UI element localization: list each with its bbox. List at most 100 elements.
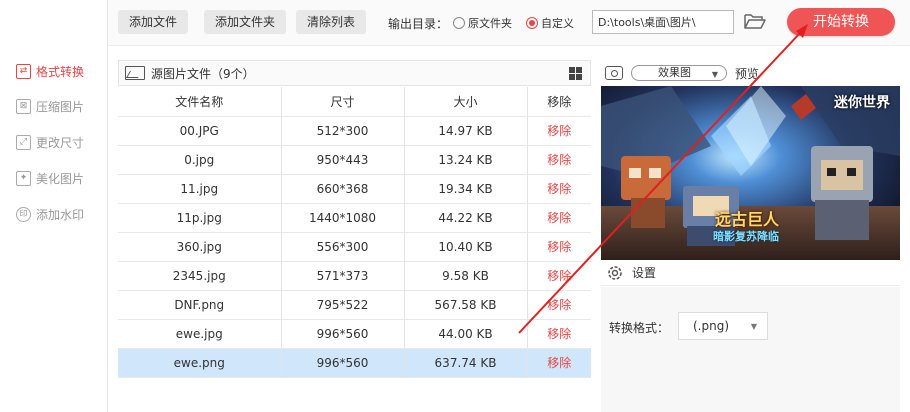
sidebar-item-label: 更改尺寸: [36, 135, 85, 150]
file-table: 文件名称 尺寸 大小 移除 00.JPG 512*300 14.97 KB 移除…: [118, 87, 591, 378]
sidebar-item-label: 添加水印: [36, 207, 85, 222]
banner-title-text: 远古巨人: [715, 210, 780, 229]
sidebar-item-resize[interactable]: ⤢ 更改尺寸: [16, 131, 84, 153]
beautify-icon: ✦: [16, 170, 31, 186]
sidebar-item-label: 格式转换: [36, 64, 85, 79]
table-row[interactable]: ewe.jpg 996*560 44.00 KB 移除: [118, 319, 591, 349]
remove-link[interactable]: 移除: [527, 203, 591, 233]
filesize-cell: 10.40 KB: [404, 232, 528, 262]
sidebar-item-format-convert[interactable]: ⇄ 格式转换: [16, 60, 84, 82]
output-path-input[interactable]: [592, 10, 734, 34]
file-name-cell: 360.jpg: [118, 232, 282, 262]
table-header-row: 文件名称 尺寸 大小 移除: [118, 87, 591, 117]
image-icon: [125, 66, 145, 80]
radio-label: 自定义: [541, 17, 574, 30]
output-dir-label: 输出目录：: [388, 17, 449, 31]
dimensions-cell: 1440*1080: [281, 203, 405, 233]
compress-icon: ⊠: [16, 98, 31, 114]
gear-icon: [608, 265, 622, 280]
file-name-cell: 11.jpg: [118, 174, 282, 204]
resize-icon: ⤢: [16, 134, 31, 150]
file-list-title: 源图片文件（9个）: [151, 66, 255, 81]
column-header-size[interactable]: 大小: [404, 87, 528, 117]
dropdown-caret-icon: ▼: [711, 70, 718, 79]
column-header-dimensions[interactable]: 尺寸: [281, 87, 405, 117]
dropdown-caret-icon: ▼: [750, 322, 757, 331]
sidebar-item-beautify[interactable]: ✦ 美化图片: [16, 167, 84, 189]
remove-link[interactable]: 移除: [527, 174, 591, 204]
radio-label: 原文件夹: [468, 17, 512, 30]
file-name-cell: ewe.png: [118, 348, 282, 378]
grid-view-icon[interactable]: [569, 67, 582, 80]
file-name-cell: 11p.jpg: [118, 203, 282, 233]
format-select[interactable]: (.png) ▼: [678, 312, 768, 340]
filesize-cell: 9.58 KB: [404, 261, 528, 291]
preview-image: 迷你世界 远古巨人 暗影复苏降临: [601, 86, 900, 262]
folder-open-icon[interactable]: [744, 12, 766, 30]
remove-link[interactable]: 移除: [527, 348, 591, 378]
dimensions-cell: 660*368: [281, 174, 405, 204]
file-list-panel: 源图片文件（9个） 文件名称 尺寸 大小 移除 00.JPG 512*300 1…: [118, 60, 591, 412]
add-folder-button[interactable]: 添加文件夹: [204, 10, 287, 34]
watermark-icon: 印: [16, 206, 31, 222]
settings-body: 转换格式： (.png) ▼: [601, 287, 900, 412]
file-name-cell: 00.JPG: [118, 116, 282, 146]
dimensions-cell: 996*560: [281, 319, 405, 349]
filesize-cell: 567.58 KB: [404, 290, 528, 320]
table-row[interactable]: 360.jpg 556*300 10.40 KB 移除: [118, 232, 591, 262]
sidebar-item-compress[interactable]: ⊠ 压缩图片: [16, 95, 84, 117]
radio-circle-icon: [453, 17, 465, 29]
remove-link[interactable]: 移除: [527, 145, 591, 175]
dimensions-cell: 996*560: [281, 348, 405, 378]
eye-icon: [605, 66, 623, 80]
file-name-cell: ewe.jpg: [118, 319, 282, 349]
start-convert-button[interactable]: 开始转换: [787, 8, 895, 36]
format-convert-icon: ⇄: [16, 63, 31, 79]
sidebar-item-watermark[interactable]: 印 添加水印: [16, 203, 84, 225]
file-name-cell: 0.jpg: [118, 145, 282, 175]
banner-subtitle-text: 暗影复苏降临: [713, 230, 779, 243]
sidebar-item-label: 美化图片: [36, 171, 85, 186]
remove-link[interactable]: 移除: [527, 261, 591, 291]
column-header-remove: 移除: [527, 87, 591, 117]
filesize-cell: 19.34 KB: [404, 174, 528, 204]
table-row[interactable]: DNF.png 795*522 567.58 KB 移除: [118, 290, 591, 320]
preview-label: 预览: [735, 66, 760, 81]
preview-header: 效果图 ▼ 预览: [601, 60, 900, 86]
remove-link[interactable]: 移除: [527, 116, 591, 146]
dimensions-cell: 512*300: [281, 116, 405, 146]
format-label: 转换格式：: [609, 321, 670, 335]
filesize-cell: 637.74 KB: [404, 348, 528, 378]
format-value: (.png): [693, 319, 730, 333]
clear-list-button[interactable]: 清除列表: [296, 10, 367, 34]
dimensions-cell: 950*443: [281, 145, 405, 175]
radio-checked-icon: [526, 17, 538, 29]
sidebar: ⇄ 格式转换 ⊠ 压缩图片 ⤢ 更改尺寸 ✦ 美化图片 印 添加水印: [0, 0, 108, 412]
remove-link[interactable]: 移除: [527, 319, 591, 349]
file-list-header: 源图片文件（9个）: [118, 60, 591, 86]
effect-view-value: 效果图: [658, 66, 691, 79]
add-file-button[interactable]: 添加文件: [118, 10, 189, 34]
table-row[interactable]: 11.jpg 660*368 19.34 KB 移除: [118, 174, 591, 204]
table-row[interactable]: 2345.jpg 571*373 9.58 KB 移除: [118, 261, 591, 291]
filesize-cell: 14.97 KB: [404, 116, 528, 146]
file-name-cell: 2345.jpg: [118, 261, 282, 291]
effect-view-select[interactable]: 效果图 ▼: [631, 65, 727, 81]
settings-header: 设置: [601, 260, 900, 286]
game-logo-text: 迷你世界: [834, 95, 890, 111]
preview-panel: 效果图 ▼ 预览 迷你世界 远古巨人 暗影复苏降临 设置 转换格式： (.png…: [601, 60, 910, 412]
filesize-cell: 44.00 KB: [404, 319, 528, 349]
table-row[interactable]: 00.JPG 512*300 14.97 KB 移除: [118, 116, 591, 146]
file-name-cell: DNF.png: [118, 290, 282, 320]
dimensions-cell: 571*373: [281, 261, 405, 291]
table-row-selected[interactable]: ewe.png 996*560 637.74 KB 移除: [118, 348, 591, 378]
radio-original-folder[interactable]: 原文件夹: [453, 15, 512, 31]
filesize-cell: 44.22 KB: [404, 203, 528, 233]
toolbar: 添加文件 添加文件夹 清除列表 输出目录： 原文件夹 自定义 开始转换: [108, 0, 910, 46]
column-header-name[interactable]: 文件名称: [118, 87, 282, 117]
radio-custom-folder[interactable]: 自定义: [526, 15, 574, 31]
table-row[interactable]: 0.jpg 950*443 13.24 KB 移除: [118, 145, 591, 175]
table-row[interactable]: 11p.jpg 1440*1080 44.22 KB 移除: [118, 203, 591, 233]
remove-link[interactable]: 移除: [527, 232, 591, 262]
remove-link[interactable]: 移除: [527, 290, 591, 320]
